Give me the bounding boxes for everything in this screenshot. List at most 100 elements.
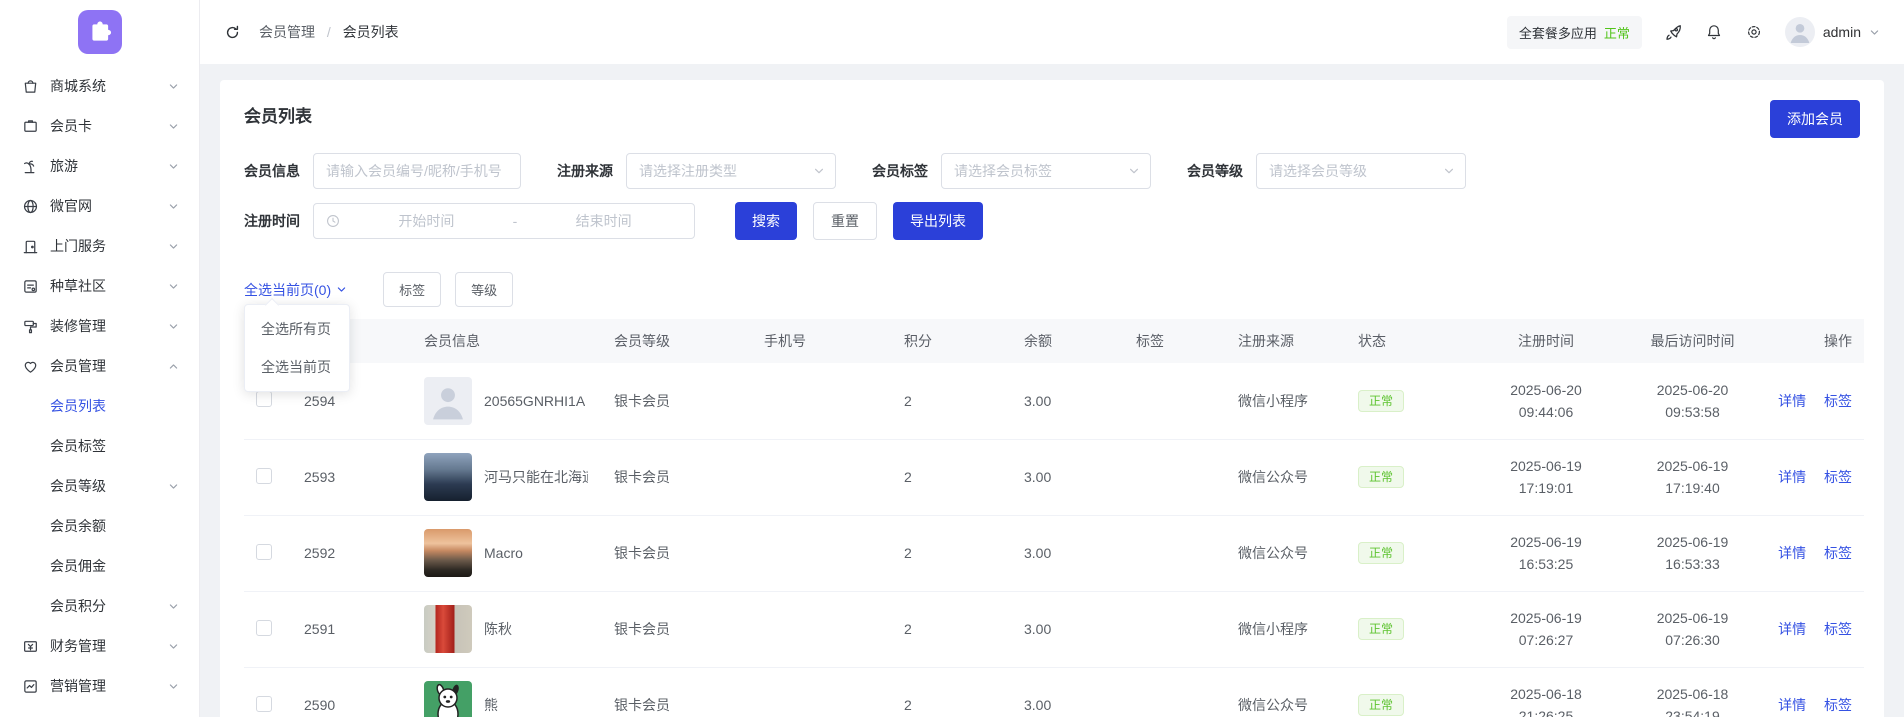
row-checkbox[interactable] <box>256 619 272 636</box>
page-title: 会员列表 <box>244 107 312 126</box>
member-table: 编号 会员信息 会员等级 手机号 积分 余额 标签 注册来源 状态 注册时间 最… <box>244 319 1864 717</box>
tag-link[interactable]: 标签 <box>1824 469 1852 485</box>
plan-status-badge[interactable]: 全套餐多应用 正常 <box>1506 15 1642 49</box>
column-header-actions: 操作 <box>1764 319 1864 363</box>
column-header-points: 积分 <box>892 319 1012 363</box>
member-tags <box>1124 363 1226 440</box>
menu-item-select-all-pages[interactable]: 全选所有页 <box>245 310 349 348</box>
plan-status: 正常 <box>1603 25 1630 41</box>
column-header-tags: 标签 <box>1124 319 1226 363</box>
menu-item-select-current-page[interactable]: 全选当前页 <box>245 348 349 386</box>
refresh-icon[interactable] <box>224 24 241 41</box>
mall-icon <box>22 78 39 95</box>
select-all-label: 全选当前页(0) <box>244 281 332 298</box>
bell-icon[interactable] <box>1705 23 1723 41</box>
reset-button[interactable]: 重置 <box>813 202 877 240</box>
member-level-select[interactable]: 请选择会员等级 <box>1256 153 1466 189</box>
column-header-member-info: 会员信息 <box>412 319 602 363</box>
member-name: 熊 <box>484 697 498 713</box>
status-badge: 正常 <box>1358 466 1405 488</box>
sidebar-item-community[interactable]: 种草社区 <box>0 266 199 306</box>
start-time-placeholder: 开始时间 <box>398 213 455 229</box>
tag-link[interactable]: 标签 <box>1824 697 1852 713</box>
sidebar-item-member-list[interactable]: 会员列表 <box>0 386 199 426</box>
batch-tag-button[interactable]: 标签 <box>383 272 442 307</box>
tag-link[interactable]: 标签 <box>1824 545 1852 561</box>
detail-link[interactable]: 详情 <box>1778 697 1806 713</box>
row-checkbox[interactable] <box>256 695 272 712</box>
decoration-icon <box>22 318 39 335</box>
logo-wrap <box>0 0 199 64</box>
sidebar-item-member-tags[interactable]: 会员标签 <box>0 426 199 466</box>
app-logo[interactable] <box>77 10 122 54</box>
sidebar-item-member-card[interactable]: 会员卡 <box>0 106 199 146</box>
clock-icon <box>326 214 340 228</box>
sidebar-item-label: 会员卡 <box>50 118 92 134</box>
user-menu[interactable]: admin <box>1784 17 1880 47</box>
search-button[interactable]: 搜索 <box>735 202 797 240</box>
detail-link[interactable]: 详情 <box>1778 621 1806 637</box>
column-header-register-time: 注册时间 <box>1471 319 1621 363</box>
sidebar-item-finance[interactable]: 财务管理 <box>0 626 199 666</box>
row-checkbox[interactable] <box>256 467 272 484</box>
sidebar-item-travel[interactable]: 旅游 <box>0 146 199 186</box>
gear-icon[interactable] <box>1745 23 1763 41</box>
select-all-dropdown-trigger[interactable]: 全选当前页(0) <box>244 280 347 300</box>
tag-link[interactable]: 标签 <box>1824 393 1852 409</box>
detail-link[interactable]: 详情 <box>1778 393 1806 409</box>
sidebar-subitem-label: 会员列表 <box>50 398 106 414</box>
member-points: 2 <box>892 667 1012 717</box>
finance-icon <box>22 638 39 655</box>
user-avatar <box>1784 17 1815 47</box>
column-header-status: 状态 <box>1346 319 1471 363</box>
batch-level-button[interactable]: 等级 <box>455 272 514 307</box>
chevron-down-icon <box>168 481 179 492</box>
sidebar-item-member-points[interactable]: 会员积分 <box>0 586 199 626</box>
rocket-icon[interactable] <box>1664 23 1683 42</box>
filter-row-2: 注册时间 开始时间 - 结束时间 搜索 重置 导出列表 <box>244 202 1860 240</box>
sidebar-item-decoration[interactable]: 装修管理 <box>0 306 199 346</box>
sidebar-item-member-management[interactable]: 会员管理 <box>0 346 199 386</box>
register-time-range-picker[interactable]: 开始时间 - 结束时间 <box>313 203 695 239</box>
detail-link[interactable]: 详情 <box>1778 469 1806 485</box>
sidebar: 商城系统 会员卡 旅游 微官网 上门服务 种草社区 装修管理 会员管理 会员列表… <box>0 0 200 717</box>
column-header-source: 注册来源 <box>1226 319 1346 363</box>
sidebar-item-door-service[interactable]: 上门服务 <box>0 226 199 266</box>
sidebar-item-marketing[interactable]: 营销管理 <box>0 666 199 706</box>
member-level: 银卡会员 <box>602 667 752 717</box>
member-tags <box>1124 591 1226 668</box>
member-balance: 3.00 <box>1012 591 1124 668</box>
photo-cola-avatar <box>424 605 472 653</box>
member-phone <box>752 439 892 516</box>
member-list-card: 会员列表 添加会员 会员信息 注册来源 请选择注册类型 会员标签 请选择会员标签 <box>220 80 1884 717</box>
last-visit-time: 2025-06-19 16:53:33 <box>1656 534 1729 572</box>
table-row: 2590 熊 银卡会员 2 3.00 微信公众号 正常 2025-06-18 21… <box>244 667 1864 717</box>
add-member-button[interactable]: 添加会员 <box>1770 100 1860 138</box>
chevron-down-icon <box>168 241 179 252</box>
breadcrumb-item[interactable]: 会员管理 <box>259 24 315 40</box>
detail-link[interactable]: 详情 <box>1778 545 1806 561</box>
sidebar-item-member-commission[interactable]: 会员佣金 <box>0 546 199 586</box>
member-tag-select[interactable]: 请选择会员标签 <box>941 153 1151 189</box>
sidebar-item-mall[interactable]: 商城系统 <box>0 66 199 106</box>
chevron-down-icon <box>168 601 179 612</box>
member-info-label: 会员信息 <box>244 163 300 179</box>
top-header: 会员管理 / 会员列表 全套餐多应用 正常 admin <box>200 0 1904 64</box>
sidebar-item-member-balance[interactable]: 会员余额 <box>0 506 199 546</box>
sidebar-item-member-levels[interactable]: 会员等级 <box>0 466 199 506</box>
row-checkbox[interactable] <box>256 391 272 408</box>
member-id: 2591 <box>292 591 412 668</box>
export-list-button[interactable]: 导出列表 <box>893 202 983 240</box>
chevron-down-icon <box>168 121 179 132</box>
sidebar-item-website[interactable]: 微官网 <box>0 186 199 226</box>
chevron-down-icon <box>1869 27 1880 38</box>
tag-link[interactable]: 标签 <box>1824 621 1852 637</box>
plan-name: 全套餐多应用 <box>1518 25 1597 41</box>
member-info-input[interactable] <box>313 153 521 189</box>
member-phone <box>752 363 892 440</box>
status-badge: 正常 <box>1358 618 1405 640</box>
member-tags <box>1124 515 1226 592</box>
member-phone <box>752 515 892 592</box>
register-source-select[interactable]: 请选择注册类型 <box>626 153 836 189</box>
row-checkbox[interactable] <box>256 543 272 560</box>
